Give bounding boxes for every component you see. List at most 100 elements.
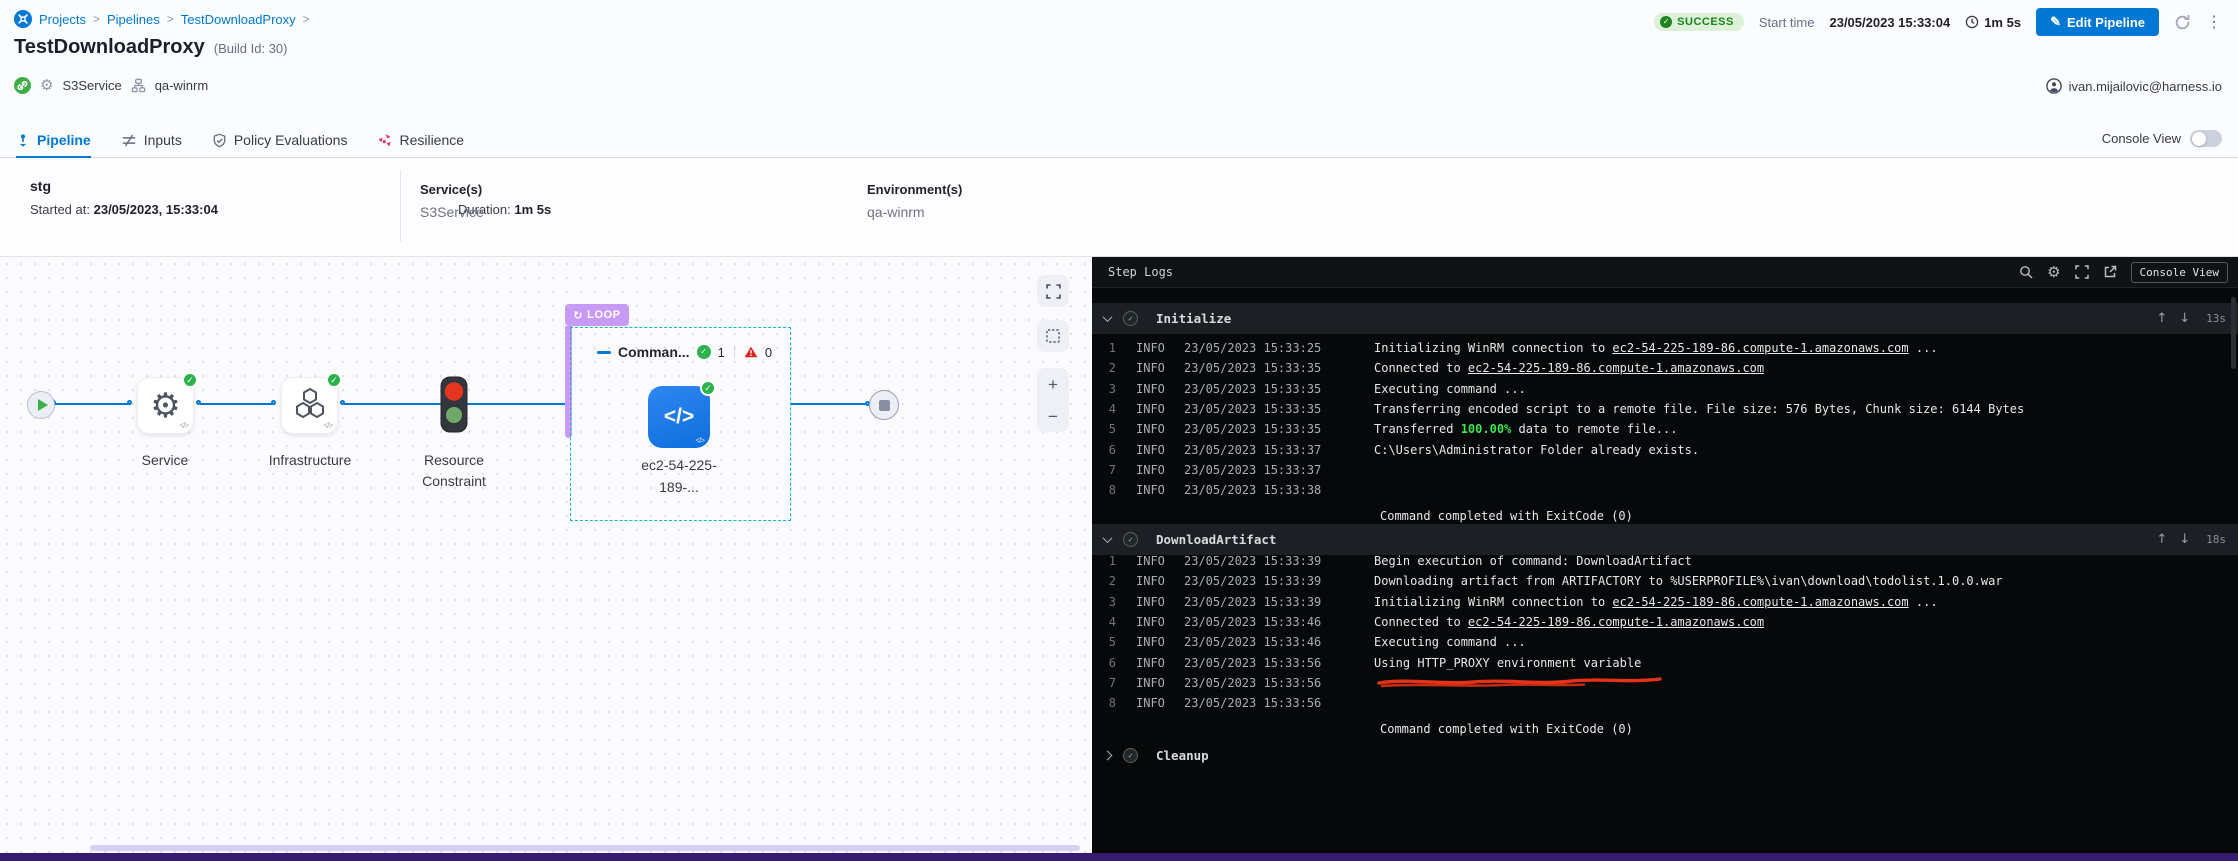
harness-logo-icon[interactable] bbox=[14, 10, 32, 28]
success-check-icon: ✓ bbox=[182, 372, 198, 388]
page-title: TestDownloadProxy bbox=[14, 36, 205, 59]
log-level: INFO bbox=[1136, 574, 1172, 588]
log-text: data to remote file... bbox=[1511, 422, 1677, 436]
log-message: Begin execution of command: DownloadArti… bbox=[1374, 554, 1692, 568]
breadcrumb-pipelines[interactable]: Pipelines bbox=[107, 12, 160, 27]
edit-pipeline-button[interactable]: ✎ Edit Pipeline bbox=[2036, 8, 2159, 36]
shield-check-icon bbox=[212, 133, 227, 148]
log-level: INFO bbox=[1136, 463, 1172, 477]
log-host-link[interactable]: ec2-54-225-189-86.compute-1.amazonaws.co… bbox=[1612, 341, 1908, 355]
tab-inputs[interactable]: Inputs bbox=[121, 124, 182, 158]
log-line: 8 INFO 23/05/2023 15:33:56 bbox=[1092, 693, 2238, 713]
log-timestamp: 23/05/2023 15:33:46 bbox=[1184, 635, 1324, 649]
expand-logs-button[interactable] bbox=[2075, 265, 2089, 279]
log-vertical-scrollbar[interactable] bbox=[2231, 297, 2236, 369]
stage-summary-bar: stg Started at: 23/05/2023, 15:33:04 Dur… bbox=[0, 158, 2238, 257]
log-message: Connected to ec2-54-225-189-86.compute-1… bbox=[1374, 615, 1764, 629]
breadcrumb-projects[interactable]: Projects bbox=[39, 12, 86, 27]
user-email: ivan.mijailovic@harness.io bbox=[2069, 79, 2222, 94]
log-line-number: 2 bbox=[1092, 361, 1116, 375]
start-node[interactable] bbox=[27, 391, 55, 419]
environment-tag[interactable]: qa-winrm bbox=[155, 78, 208, 93]
environment-value[interactable]: qa-winrm bbox=[867, 204, 962, 220]
log-text: Using HTTP_PROXY environment variable bbox=[1374, 656, 1641, 670]
console-view-button[interactable]: Console View bbox=[2131, 262, 2228, 283]
fit-to-screen-button[interactable] bbox=[1037, 320, 1069, 352]
canvas-horizontal-scrollbar[interactable] bbox=[90, 845, 1080, 851]
section-duration: 18s bbox=[2206, 533, 2226, 546]
divider bbox=[400, 170, 401, 242]
step-logs-title: Step Logs bbox=[1108, 265, 2019, 279]
collapse-icon[interactable] bbox=[597, 351, 611, 354]
search-logs-button[interactable] bbox=[2019, 265, 2033, 279]
infrastructure-node[interactable]: </> ✓ bbox=[281, 377, 338, 434]
log-message: Executing command ... bbox=[1374, 382, 1526, 396]
section-success-icon: ✓ bbox=[1123, 311, 1138, 326]
service-value[interactable]: S3Service bbox=[420, 204, 484, 220]
scroll-down-button[interactable]: ↓ bbox=[2179, 311, 2190, 326]
tab-policy-evaluations[interactable]: Policy Evaluations bbox=[212, 124, 348, 158]
end-node[interactable] bbox=[869, 390, 899, 420]
start-time-label: Start time bbox=[1759, 15, 1815, 30]
service-gear-icon: ⚙ bbox=[40, 76, 53, 94]
more-options-button[interactable]: ⋮ bbox=[2206, 12, 2222, 32]
log-level: INFO bbox=[1136, 595, 1172, 609]
log-host-link[interactable]: ec2-54-225-189-86.compute-1.amazonaws.co… bbox=[1468, 361, 1764, 375]
edge bbox=[55, 403, 131, 405]
log-settings-button[interactable]: ⚙ bbox=[2047, 263, 2060, 281]
log-host-link[interactable]: ec2-54-225-189-86.compute-1.amazonaws.co… bbox=[1468, 615, 1764, 629]
scroll-down-button[interactable]: ↓ bbox=[2179, 532, 2190, 547]
log-line-number: 8 bbox=[1092, 483, 1116, 497]
stage-name[interactable]: stg bbox=[30, 178, 51, 194]
scroll-up-button[interactable]: ↑ bbox=[2156, 532, 2167, 547]
log-line: 2 INFO 23/05/2023 15:33:39 Downloading a… bbox=[1092, 571, 2238, 591]
log-host-link[interactable]: ec2-54-225-189-86.compute-1.amazonaws.co… bbox=[1612, 595, 1908, 609]
log-line-number: 7 bbox=[1092, 676, 1116, 690]
log-text: Begin execution of command: DownloadArti… bbox=[1374, 554, 1692, 568]
log-level: INFO bbox=[1136, 402, 1172, 416]
zoom-out-button[interactable]: − bbox=[1037, 400, 1069, 432]
log-text: Downloading artifact from ARTIFACTORY to… bbox=[1374, 574, 2003, 588]
tab-pipeline[interactable]: Pipeline bbox=[16, 124, 91, 158]
fullscreen-button[interactable] bbox=[1037, 275, 1069, 307]
log-text: ... bbox=[1909, 595, 1938, 609]
command-step-node[interactable]: </> </> ✓ bbox=[648, 386, 710, 448]
console-view-toggle[interactable] bbox=[2190, 130, 2222, 147]
log-line-number: 1 bbox=[1092, 341, 1116, 355]
log-level: INFO bbox=[1136, 656, 1172, 670]
log-section-cleanup[interactable]: ✓ Cleanup bbox=[1092, 740, 2238, 771]
command-group-header[interactable]: Comman... ✓ 1 0 bbox=[597, 344, 772, 360]
loop-badge: ↻ LOOP bbox=[565, 304, 629, 326]
execution-status-bar: ✓ SUCCESS Start time 23/05/2023 15:33:04… bbox=[1654, 8, 2222, 36]
environments-label: Environment(s) bbox=[867, 182, 962, 197]
execution-graph-canvas[interactable]: ⚙ </> ✓ Service </> ✓ Infrastructure bbox=[0, 257, 1092, 853]
status-check-icon: ✓ bbox=[1660, 16, 1672, 28]
resource-constraint-node[interactable] bbox=[440, 376, 468, 438]
log-level: INFO bbox=[1136, 676, 1172, 690]
log-timestamp: 23/05/2023 15:33:56 bbox=[1184, 656, 1324, 670]
log-level: INFO bbox=[1136, 483, 1172, 497]
hexagons-icon bbox=[290, 386, 330, 426]
log-line-number: 4 bbox=[1092, 615, 1116, 629]
refresh-button[interactable] bbox=[2174, 14, 2191, 31]
log-section-initialize[interactable]: ✓ Initialize ↑ ↓ 13s bbox=[1092, 303, 2238, 334]
connector-dot bbox=[196, 400, 201, 405]
tab-resilience[interactable]: Resilience bbox=[377, 124, 464, 158]
connector-dot bbox=[340, 400, 345, 405]
chevron-down-icon bbox=[1103, 312, 1113, 322]
edge bbox=[200, 403, 275, 405]
log-line: 5 INFO 23/05/2023 15:33:46 Executing com… bbox=[1092, 632, 2238, 652]
toggle-knob bbox=[2192, 132, 2206, 146]
log-line: 2 INFO 23/05/2023 15:33:35 Connected to … bbox=[1092, 358, 2238, 378]
log-text: Executing command ... bbox=[1374, 635, 1526, 649]
service-tag[interactable]: S3Service bbox=[62, 78, 121, 93]
log-timestamp: 23/05/2023 15:33:39 bbox=[1184, 574, 1324, 588]
scroll-up-button[interactable]: ↑ bbox=[2156, 311, 2167, 326]
log-text: Initializing WinRM connection to bbox=[1374, 341, 1612, 355]
service-node[interactable]: ⚙ </> ✓ bbox=[137, 377, 194, 434]
zoom-in-button[interactable]: + bbox=[1037, 368, 1069, 400]
open-in-new-button[interactable] bbox=[2103, 265, 2117, 279]
breadcrumb-pipeline-name[interactable]: TestDownloadProxy bbox=[181, 12, 296, 27]
log-message: Using HTTP_PROXY environment variable bbox=[1374, 656, 1641, 670]
log-line: 1 INFO 23/05/2023 15:33:25 Initializing … bbox=[1092, 338, 2238, 358]
